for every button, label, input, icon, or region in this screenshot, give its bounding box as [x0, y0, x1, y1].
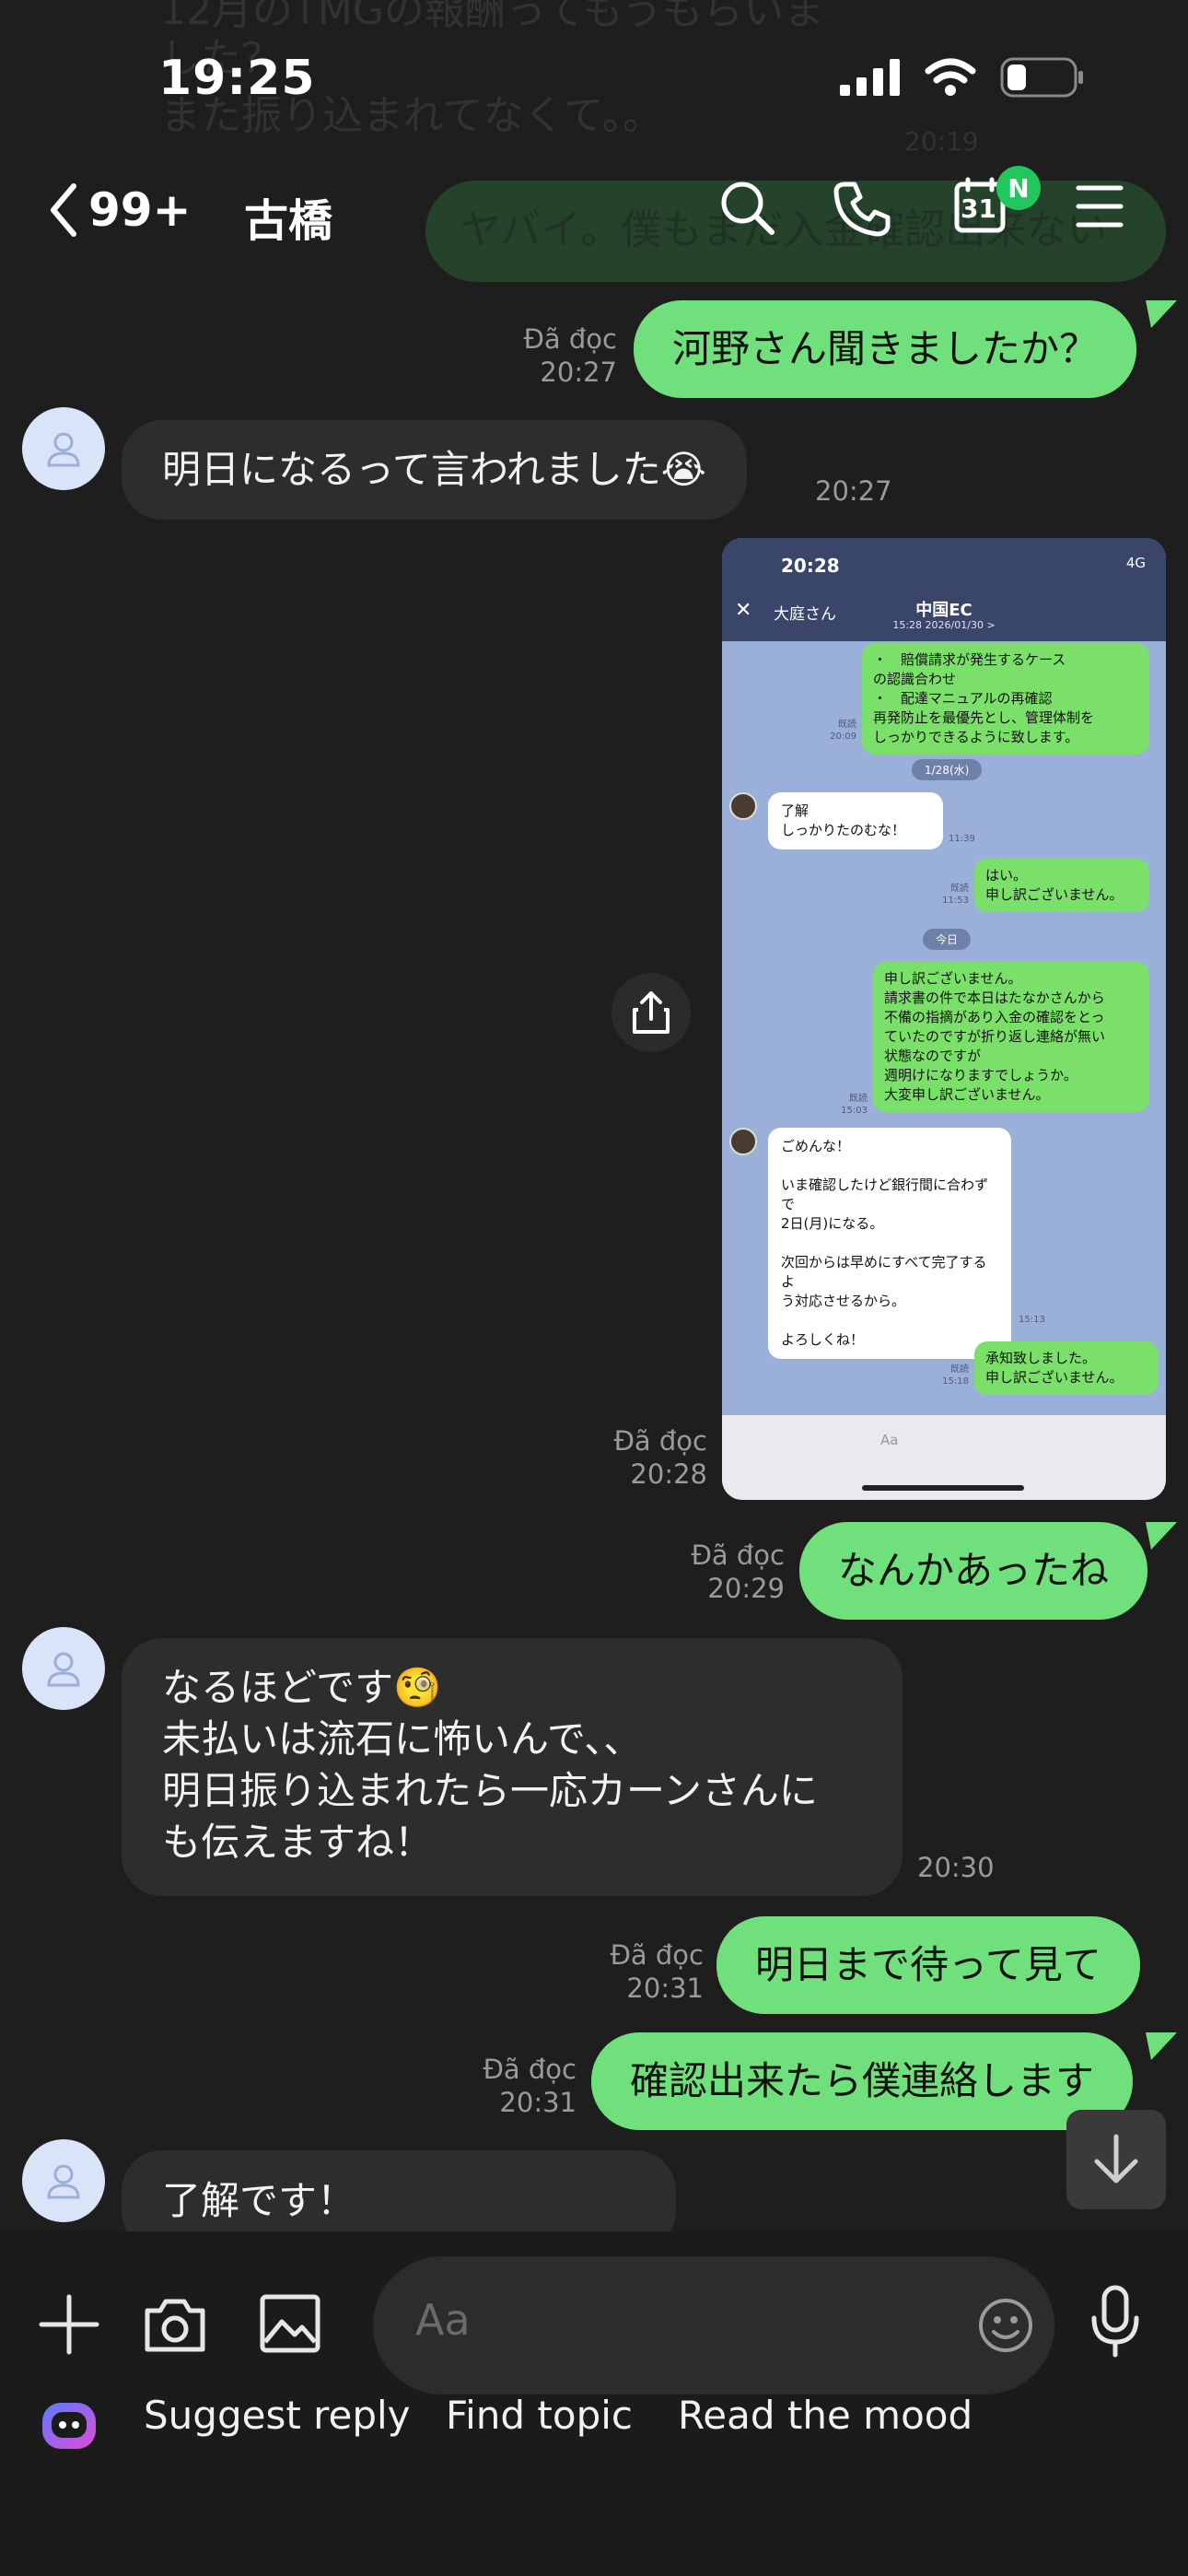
- message-line: も伝えますね！: [162, 1820, 434, 1865]
- avatar[interactable]: [22, 407, 105, 490]
- status-icons: [840, 57, 1085, 98]
- suggest-reply-button[interactable]: Suggest reply: [144, 2393, 411, 2438]
- embedded-subtitle: 15:28 2026/01/30 >: [892, 619, 996, 631]
- ai-assistant-icon[interactable]: [41, 2395, 98, 2453]
- image-icon[interactable]: [260, 2294, 320, 2353]
- embedded-avatar: [729, 792, 757, 820]
- message-bubble-outgoing[interactable]: なんかあったね: [799, 1522, 1148, 1620]
- embedded-message: はい。 申し訳ございません。: [974, 859, 1149, 912]
- message-input[interactable]: Aa: [373, 2256, 1054, 2395]
- message-line: なるほどです🧐: [162, 1665, 442, 1710]
- microphone-icon[interactable]: [1090, 2285, 1140, 2359]
- message-bubble-incoming[interactable]: 明日になるって言われました😭: [122, 420, 747, 520]
- embedded-message: 承知致しました。 申し訳ございません。: [974, 1341, 1159, 1395]
- read-receipt: Đã đọc: [610, 1939, 704, 1971]
- embedded-date: 1/28(水): [912, 759, 983, 780]
- message-bubble-outgoing[interactable]: 確認出来たら僕連絡します: [591, 2032, 1134, 2130]
- avatar[interactable]: [22, 2139, 105, 2222]
- menu-icon[interactable]: [1076, 184, 1124, 228]
- search-icon[interactable]: [718, 179, 777, 238]
- embedded-message: ・ 賠償請求が発生するケース の認識合わせ ・ 配達マニュアルの再確認 再発防止…: [862, 643, 1149, 755]
- share-icon: [633, 991, 670, 1034]
- composer: Aa Suggest reply Find topic Read the moo…: [0, 2231, 1188, 2576]
- embedded-meta: 既読 20:09: [830, 720, 856, 742]
- message-text: なんかあったね: [838, 1548, 1110, 1593]
- arrow-down-icon: [1094, 2134, 1138, 2184]
- phone-icon[interactable]: [833, 179, 891, 238]
- embedded-message: ごめんな！ いま確認したけど銀行間に合わずで 2日(月)になる。 次回からは早め…: [768, 1128, 1011, 1359]
- calendar-day: 31: [961, 193, 996, 224]
- message-bubble-incoming[interactable]: なるほどです🧐 未払いは流石に怖いんで、、 明日振り込まれたら一応カーンさんに …: [122, 1638, 903, 1896]
- person-icon: [47, 1652, 80, 1687]
- message-line: 明日振り込まれたら一応カーンさんに: [162, 1768, 818, 1813]
- embedded-meta: 既読 15:03: [841, 1094, 868, 1116]
- message-bubble-outgoing[interactable]: 河野さん聞きましたか？: [634, 300, 1137, 398]
- battery-icon: [1000, 57, 1083, 98]
- message-bubble-outgoing[interactable]: 明日まで待って見て: [716, 1916, 1140, 2014]
- embedded-status-time: 20:28: [781, 555, 840, 577]
- unread-count: 99+: [88, 183, 192, 237]
- embedded-meta: 既読 11:53: [942, 884, 969, 906]
- plus-icon[interactable]: [39, 2294, 99, 2355]
- read-receipt: Đã đọc: [483, 2054, 577, 2085]
- embedded-title: 中国EC: [915, 601, 973, 620]
- embedded-date: 今日: [923, 929, 972, 950]
- bubble-tail: [1146, 2032, 1177, 2060]
- message-meta: Đã đọc 20:29: [652, 1539, 785, 1605]
- wifi-icon: [925, 58, 976, 96]
- status-time: 19:25: [158, 51, 316, 106]
- message-time: 20:30: [917, 1852, 995, 1883]
- message-text: 了解です！: [162, 2178, 356, 2223]
- chat-header: 99+ 古橋 31 N: [0, 166, 1188, 258]
- chat-title: 古橋: [244, 195, 333, 247]
- message-input-placeholder: Aa: [415, 2295, 471, 2345]
- avatar[interactable]: [22, 1627, 105, 1710]
- person-icon: [47, 432, 80, 467]
- read-receipt: Đã đọc: [523, 323, 617, 355]
- scroll-to-bottom-button[interactable]: [1066, 2110, 1166, 2209]
- embedded-avatar: [729, 1128, 757, 1155]
- message-meta: Đã đọc 20:27: [479, 322, 617, 389]
- embedded-status-network: 4G: [1125, 555, 1146, 571]
- message-text: 明日になるって言われました😭: [162, 447, 706, 492]
- read-receipt: Đã đọc: [691, 1540, 785, 1571]
- message-meta: Đã đọc 20:31: [571, 1938, 704, 2005]
- camera-icon[interactable]: [144, 2296, 206, 2353]
- chevron-left-icon: [51, 183, 76, 237]
- embedded-message: 了解 しっかりたのむな！: [768, 792, 943, 849]
- message-time: 20:27: [815, 475, 892, 507]
- bubble-tail: [1146, 1522, 1177, 1550]
- person-icon: [47, 2164, 80, 2199]
- embedded-home-indicator: [862, 1485, 1024, 1491]
- read-the-mood-button[interactable]: Read the mood: [678, 2393, 973, 2438]
- ghost-text-line1: 12月のTMGの報酬ってもうもらいま: [160, 0, 825, 34]
- message-line: 未払いは流石に怖いんで、、: [162, 1716, 643, 1762]
- share-button[interactable]: [611, 973, 691, 1052]
- chat-screen: 12月のTMGの報酬ってもうもらいま した？ また振り込まれてなくて。。 20:…: [0, 0, 1188, 2576]
- message-time: 20:31: [499, 2087, 577, 2118]
- embedded-message: 申し訳ございません。 請求書の件で本日はたなかさんから 不備の指摘があり入金の確…: [873, 962, 1149, 1112]
- back-button[interactable]: 99+: [48, 182, 191, 238]
- message-time: 20:31: [626, 1973, 704, 2004]
- message-time: 20:29: [707, 1573, 785, 1604]
- message-text: 確認出来たら僕連絡します: [630, 2058, 1095, 2103]
- message-text: 明日まで待って見て: [755, 1942, 1101, 1987]
- signal-icon: [840, 59, 900, 96]
- new-badge: N: [996, 166, 1041, 210]
- find-topic-button[interactable]: Find topic: [446, 2393, 633, 2438]
- bubble-tail: [1146, 300, 1177, 328]
- read-receipt: Đã đọc: [613, 1425, 707, 1457]
- message-meta: Đã đọc 20:28: [571, 1424, 707, 1491]
- embedded-time: 11:39: [949, 834, 975, 844]
- ghost-time: 20:19: [904, 126, 979, 157]
- image-attachment[interactable]: 20:28 4G ✕ 大庭さん 中国EC 15:28 2026/01/30 > …: [722, 538, 1166, 1500]
- message-text: 河野さん聞きましたか？: [672, 326, 1099, 371]
- embedded-placeholder: Aa: [880, 1432, 899, 1448]
- emoji-icon[interactable]: [977, 2297, 1034, 2354]
- message-meta: Đã đọc 20:31: [444, 2053, 577, 2119]
- embedded-meta: 既読 15:18: [942, 1364, 969, 1387]
- message-time: 20:28: [630, 1458, 707, 1490]
- embedded-time: 15:13: [1019, 1315, 1045, 1325]
- message-time: 20:27: [540, 357, 617, 388]
